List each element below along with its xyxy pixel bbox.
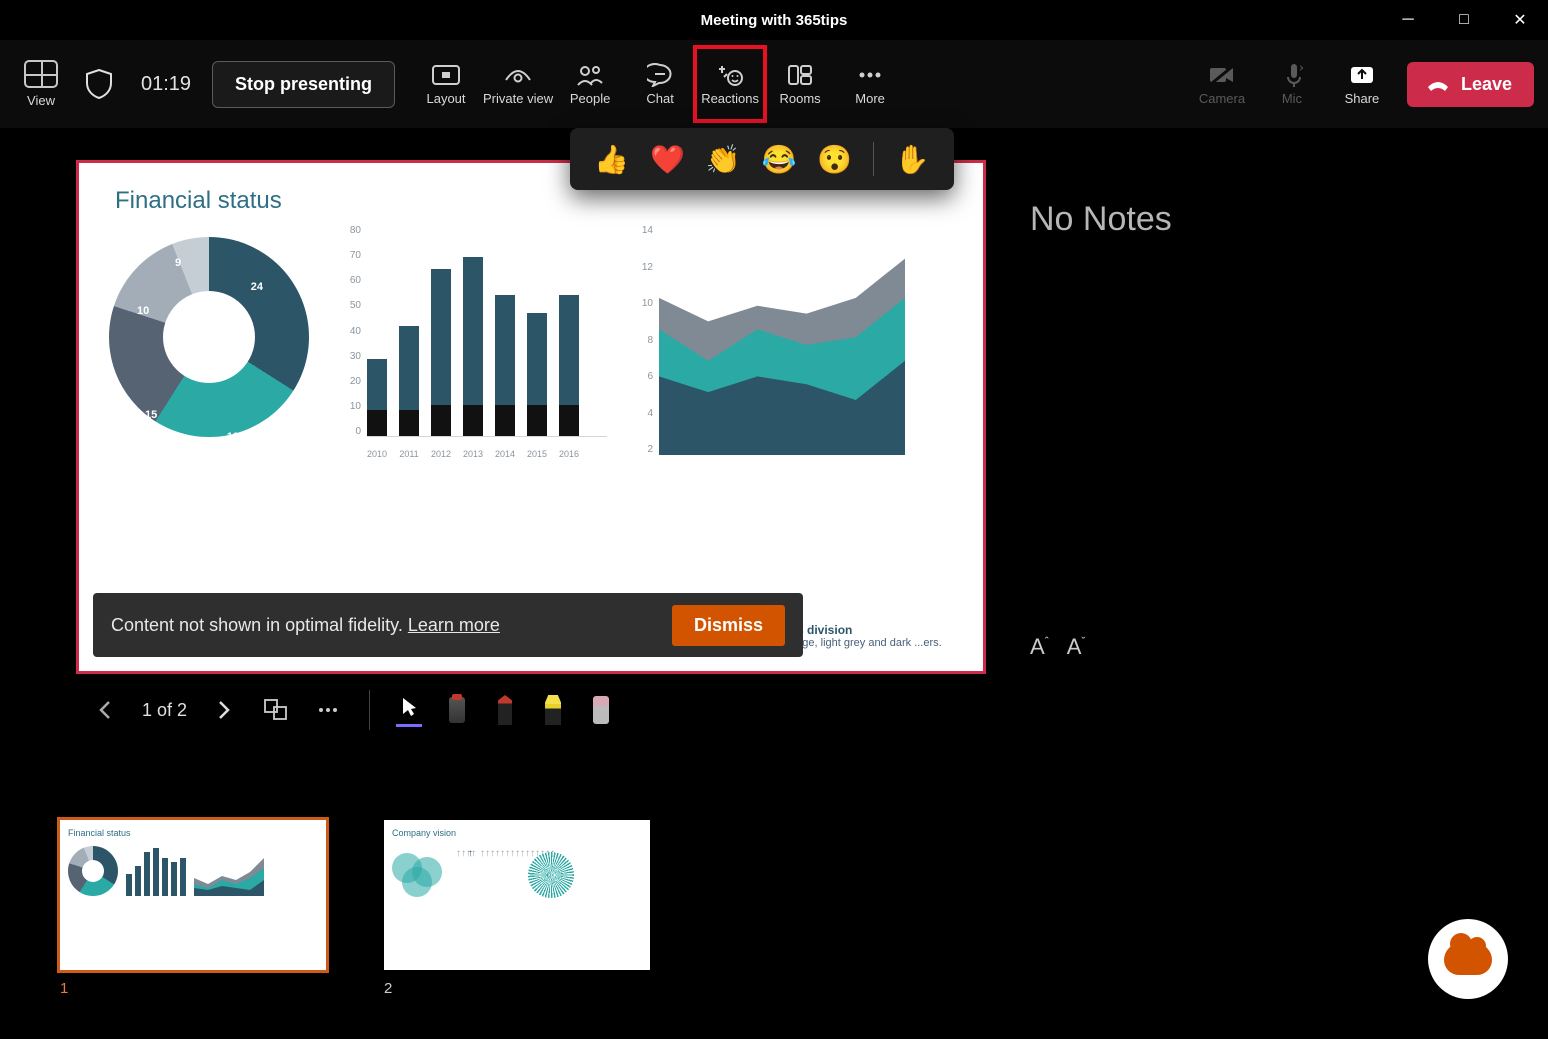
reactions-button[interactable]: Reactions (697, 49, 763, 119)
thumb-2-title: Company vision (392, 828, 642, 838)
thumbnail-1[interactable]: Financial status 1 (60, 820, 326, 997)
window-close-button[interactable]: ✕ (1492, 0, 1548, 40)
area-chart: 1412108642 (635, 225, 905, 465)
reaction-love[interactable]: ❤️ (650, 143, 685, 176)
share-label: Share (1345, 91, 1380, 106)
reaction-applause[interactable]: 👏 (706, 143, 741, 176)
fidelity-banner: Content not shown in optimal fidelity. L… (93, 593, 803, 657)
share-button[interactable]: Share (1329, 49, 1395, 119)
bar-y-axis: 80706050403020100 (337, 225, 365, 437)
rooms-button[interactable]: Rooms (767, 49, 833, 119)
no-notes-label: No Notes (1030, 200, 1528, 239)
camera-off-icon (1207, 63, 1237, 87)
cloud-icon (1444, 943, 1492, 975)
window-titlebar: Meeting with 365tips ─ □ ✕ (0, 0, 1548, 40)
more-label: More (855, 91, 885, 106)
slide-title: Financial status (115, 187, 983, 215)
more-tools-button[interactable] (313, 695, 343, 725)
reactions-flyout: 👍 ❤️ 👏 😂 😯 ✋ (570, 128, 954, 190)
window-title: Meeting with 365tips (701, 12, 848, 29)
reaction-raise-hand[interactable]: ✋ (895, 143, 930, 176)
font-increase-button[interactable]: Aˆ (1030, 634, 1049, 660)
reactions-label: Reactions (701, 91, 759, 106)
rooms-icon (785, 63, 815, 87)
eye-icon (503, 63, 533, 87)
services-body: ...nge, light grey and dark ...ers. (787, 637, 942, 649)
donut-seg-2: 15 (145, 409, 157, 421)
banner-message: Content not shown in optimal fidelity. (111, 615, 403, 635)
notes-pane: No Notes Aˆ Aˇ (1030, 200, 1528, 670)
laser-tool[interactable] (444, 693, 470, 727)
layout-icon (431, 63, 461, 87)
mic-off-icon: × (1277, 63, 1307, 87)
leave-button[interactable]: Leave (1407, 62, 1534, 107)
leave-label: Leave (1461, 74, 1512, 95)
thumb-1-title: Financial status (68, 828, 318, 838)
ellipsis-icon (855, 63, 885, 87)
services-snippet: ...s division ...nge, light grey and dar… (787, 623, 967, 649)
chat-icon (645, 63, 675, 87)
donut-seg-3: 10 (137, 305, 149, 317)
private-view-button[interactable]: Private view (483, 49, 553, 119)
window-minimize-button[interactable]: ─ (1380, 0, 1436, 40)
stop-presenting-button[interactable]: Stop presenting (212, 61, 395, 108)
grid-icon (24, 60, 58, 88)
donut-seg-0: 24 (251, 281, 263, 293)
mic-label: Mic (1282, 91, 1302, 106)
people-icon (575, 63, 605, 87)
area-y-axis: 1412108642 (635, 225, 657, 455)
thumbnail-2[interactable]: Company vision ↑↑↑↑↑↑↑↑↑↑↑↑↑↑↑↑↑↑↑↑ 2 (384, 820, 650, 997)
presentation-stage: Financial status 24 18 15 10 9 807060504… (76, 160, 986, 674)
slide-indicator: 1 of 2 (142, 700, 187, 721)
chat-button[interactable]: Chat (627, 49, 693, 119)
hangup-icon (1425, 75, 1451, 93)
thumb-2-num: 2 (384, 980, 650, 997)
next-slide-button[interactable] (209, 695, 239, 725)
svg-text:×: × (1299, 63, 1303, 75)
banner-learn-more-link[interactable]: Learn more (408, 615, 500, 635)
grid-view-button[interactable] (261, 695, 291, 725)
divider (873, 142, 874, 176)
slide-thumbnails: Financial status 1 Company vision ↑↑↑↑↑↑… (60, 820, 650, 997)
camera-label: Camera (1199, 91, 1245, 106)
highlighter-tool[interactable] (540, 693, 566, 727)
view-label: View (27, 93, 55, 108)
donut-seg-4: 9 (175, 257, 181, 269)
share-icon (1347, 63, 1377, 87)
reactions-icon (715, 63, 745, 87)
thumb-1-num: 1 (60, 980, 326, 997)
more-button[interactable]: More (837, 49, 903, 119)
private-view-label: Private view (483, 91, 553, 106)
bar-chart: 80706050403020100 2010201120122013201420… (337, 225, 607, 465)
chat-label: Chat (646, 91, 673, 106)
reaction-surprised[interactable]: 😯 (817, 143, 852, 176)
people-button[interactable]: People (557, 49, 623, 119)
layout-label: Layout (426, 91, 465, 106)
mic-button[interactable]: × Mic (1259, 49, 1325, 119)
shield-icon (86, 69, 112, 99)
brand-badge (1428, 919, 1508, 999)
reaction-like[interactable]: 👍 (594, 143, 629, 176)
meeting-timer: 01:19 (130, 73, 202, 96)
reaction-laugh[interactable]: 😂 (761, 143, 796, 176)
donut-seg-1: 18 (227, 431, 239, 443)
prev-slide-button[interactable] (90, 695, 120, 725)
meeting-toolbar: View 01:19 Stop presenting Layout Privat… (0, 40, 1548, 128)
layout-button[interactable]: Layout (413, 49, 479, 119)
pen-tool[interactable] (492, 693, 518, 727)
font-decrease-button[interactable]: Aˇ (1067, 634, 1086, 660)
people-label: People (570, 91, 610, 106)
donut-chart: 24 18 15 10 9 (109, 225, 309, 465)
privacy-shield-button[interactable] (72, 59, 126, 109)
view-button[interactable]: View (14, 49, 68, 119)
banner-dismiss-button[interactable]: Dismiss (672, 605, 785, 646)
rooms-label: Rooms (780, 91, 821, 106)
eraser-tool[interactable] (588, 693, 614, 727)
presenter-toolbar: 1 of 2 (90, 690, 614, 730)
cursor-tool[interactable] (396, 693, 422, 727)
camera-button[interactable]: Camera (1189, 49, 1255, 119)
window-maximize-button[interactable]: □ (1436, 0, 1492, 40)
